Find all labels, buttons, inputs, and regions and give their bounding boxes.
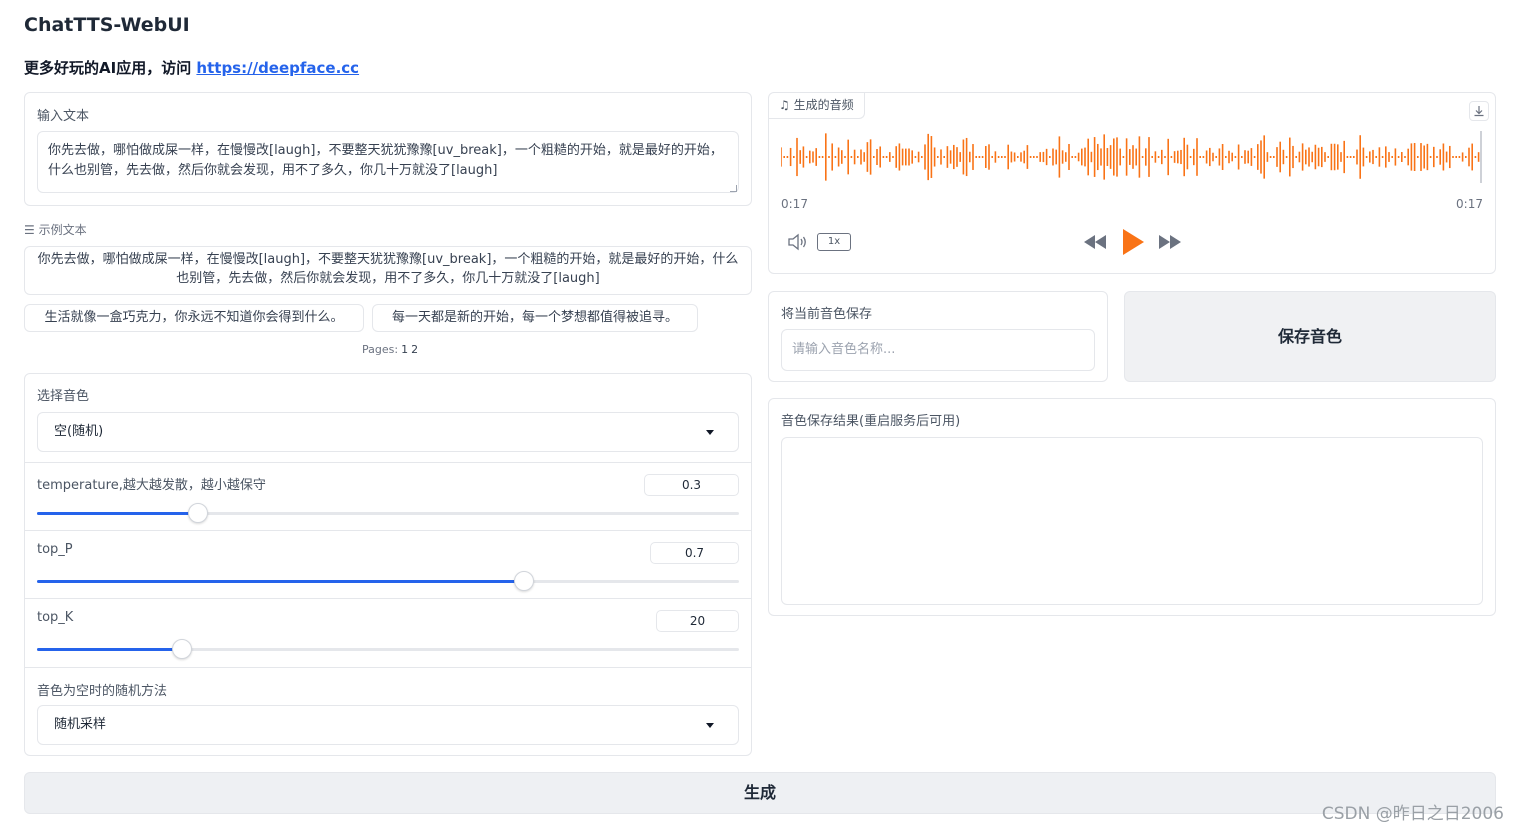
- playback-speed-button[interactable]: 1x: [817, 233, 851, 251]
- app-title: ChatTTS-WebUI: [24, 14, 190, 36]
- examples-label: 示例文本: [38, 223, 87, 237]
- examples-header: ☰ 示例文本: [24, 223, 87, 237]
- example-item[interactable]: 生活就像一盒巧克力，你永远不知道你会得到什么。: [24, 304, 364, 332]
- subtitle-text: 更多好玩的AI应用，访问: [24, 59, 197, 77]
- slider-fill: [37, 580, 525, 583]
- slider-thumb[interactable]: [172, 639, 193, 659]
- audio-waveform[interactable]: [781, 129, 1483, 185]
- top-p-number[interactable]: 0.7: [650, 542, 739, 564]
- slider-thumb[interactable]: [514, 571, 535, 591]
- save-result-panel: 音色保存结果(重启服务后可用): [768, 398, 1496, 616]
- top-k-section: top_K 20: [25, 599, 751, 668]
- watermark: CSDN @昨日之日2006: [1321, 804, 1504, 824]
- page-link[interactable]: 2: [411, 343, 418, 356]
- top-k-slider[interactable]: [37, 639, 739, 659]
- save-result-label: 音色保存结果(重启服务后可用): [781, 414, 961, 429]
- generate-button[interactable]: 生成: [24, 772, 1496, 814]
- current-time: 0:17: [781, 197, 808, 211]
- example-item[interactable]: 每一天都是新的开始，每一个梦想都值得被追寻。: [372, 304, 698, 332]
- temperature-slider[interactable]: [37, 503, 739, 523]
- save-result-textarea[interactable]: [781, 437, 1483, 605]
- top-p-slider[interactable]: [37, 571, 739, 591]
- total-time: 0:17: [1456, 197, 1483, 211]
- subtitle: 更多好玩的AI应用，访问 https://deepface.cc: [24, 57, 359, 78]
- random-method-label: 音色为空时的随机方法: [37, 684, 168, 699]
- volume-icon[interactable]: [787, 233, 809, 255]
- temperature-number[interactable]: 0.3: [644, 474, 739, 496]
- voice-selected: 空(随机): [54, 424, 104, 439]
- slider-fill: [37, 648, 183, 651]
- top-p-section: top_P 0.7: [25, 531, 751, 599]
- pagination: Pages: 1 2: [362, 343, 418, 356]
- settings-panel: 选择音色 空(随机) temperature,越大越发散，越小越保守 0.3 t…: [24, 373, 752, 756]
- resize-handle[interactable]: [730, 185, 737, 192]
- temperature-section: temperature,越大越发散，越小越保守 0.3: [25, 463, 751, 531]
- audio-label: 生成的音频: [793, 98, 854, 112]
- random-method-section: 音色为空时的随机方法 随机采样: [25, 668, 751, 755]
- input-text-label: 输入文本: [37, 109, 90, 124]
- top-k-label: top_K: [37, 610, 74, 625]
- save-voice-label: 将当前音色保存: [781, 307, 873, 322]
- input-textarea[interactable]: 你先去做，哪怕做成屎一样，在慢慢改[laugh]，不要整天犹犹豫豫[uv_bre…: [37, 131, 739, 193]
- caret-down-icon: [706, 723, 714, 728]
- input-text-panel: 输入文本 你先去做，哪怕做成屎一样，在慢慢改[laugh]，不要整天犹犹豫豫[u…: [24, 92, 752, 206]
- deepface-link[interactable]: https://deepface.cc: [196, 59, 359, 77]
- voice-name-input[interactable]: 请输入音色名称...: [781, 329, 1095, 371]
- pages-label: Pages:: [362, 343, 399, 356]
- audio-panel: ♫ 生成的音频 0:17 0:17 1x: [768, 92, 1496, 274]
- temperature-label: temperature,越大越发散，越小越保守: [37, 478, 266, 493]
- slider-thumb[interactable]: [188, 503, 209, 523]
- save-voice-panel: 将当前音色保存 请输入音色名称...: [768, 291, 1108, 382]
- download-icon[interactable]: [1469, 101, 1489, 121]
- fast-forward-icon[interactable]: [1158, 234, 1182, 254]
- voice-section: 选择音色 空(随机): [25, 374, 751, 463]
- rewind-icon[interactable]: [1083, 234, 1107, 254]
- voice-label: 选择音色: [37, 389, 90, 404]
- top-k-number[interactable]: 20: [656, 610, 739, 632]
- random-method-dropdown[interactable]: 随机采样: [37, 705, 739, 745]
- caret-down-icon: [706, 430, 714, 435]
- voice-dropdown[interactable]: 空(随机): [37, 412, 739, 452]
- page-link[interactable]: 1: [401, 343, 408, 356]
- play-icon[interactable]: [1121, 228, 1145, 260]
- music-icon: ♫: [779, 98, 790, 112]
- slider-fill: [37, 512, 199, 515]
- top-p-label: top_P: [37, 542, 73, 557]
- audio-label-tab: ♫ 生成的音频: [769, 93, 865, 119]
- save-voice-button[interactable]: 保存音色: [1124, 291, 1496, 382]
- example-item[interactable]: 你先去做，哪怕做成屎一样，在慢慢改[laugh]，不要整天犹犹豫豫[uv_bre…: [24, 246, 752, 295]
- random-method-selected: 随机采样: [54, 717, 107, 732]
